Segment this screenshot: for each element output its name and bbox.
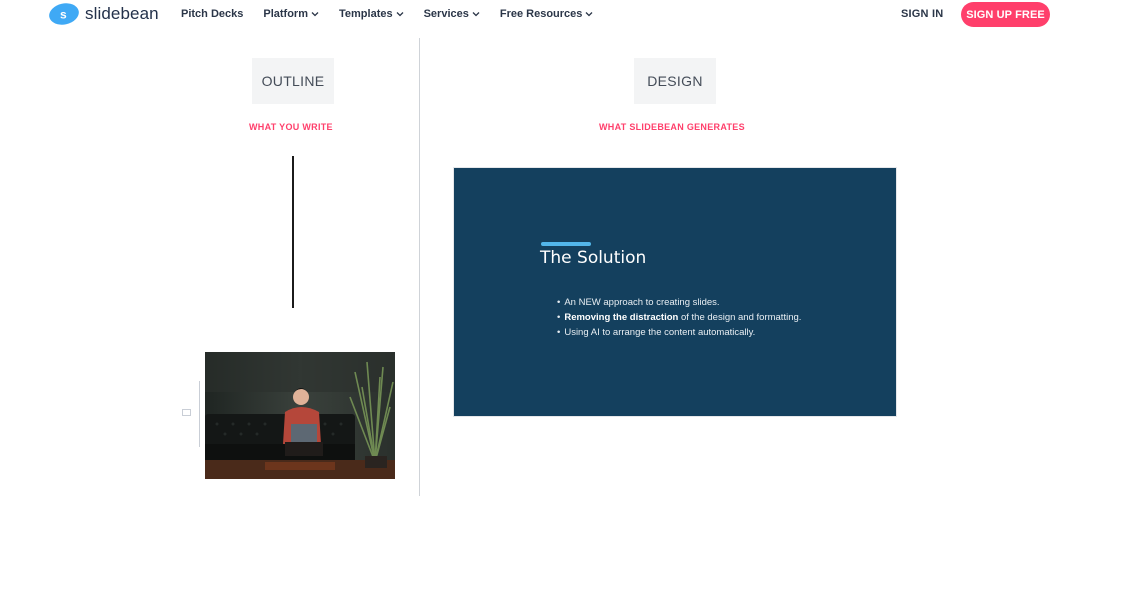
nav-item-services[interactable]: Services xyxy=(424,8,480,20)
nav-item-label: Templates xyxy=(339,8,393,20)
sign-up-button[interactable]: SIGN UP FREE xyxy=(961,2,1050,27)
text-cursor xyxy=(292,156,294,308)
outline-image xyxy=(205,352,395,479)
column-divider xyxy=(419,38,420,496)
slide-bullet-list: An NEW approach to creating slides. Remo… xyxy=(557,295,801,340)
nav-item-templates[interactable]: Templates xyxy=(339,8,404,20)
slide-accent-bar xyxy=(541,242,591,246)
chevron-down-icon xyxy=(311,12,319,17)
design-tag: DESIGN xyxy=(634,58,716,104)
nav-item-label: Free Resources xyxy=(499,8,583,20)
nav-item-pitch-decks[interactable]: Pitch Decks xyxy=(181,8,243,20)
nav-item-label: Platform xyxy=(263,8,308,20)
chevron-down-icon xyxy=(585,12,593,17)
nav-item-platform[interactable]: Platform xyxy=(263,8,319,20)
chevron-down-icon xyxy=(472,12,480,17)
slide-bullet: Removing the distraction of the design a… xyxy=(557,310,801,325)
outline-caption: WHAT YOU WRITE xyxy=(249,122,333,132)
nav-item-label: Services xyxy=(423,8,469,20)
outline-tag: OUTLINE xyxy=(252,58,334,104)
nav-item-free-resources[interactable]: Free Resources xyxy=(500,8,594,20)
slide-title: The Solution xyxy=(540,248,647,268)
image-placeholder-icon xyxy=(182,409,191,416)
logo-text: slidebean xyxy=(85,4,159,23)
logo-link[interactable]: s slidebean xyxy=(49,3,159,25)
image-side-rule xyxy=(199,381,200,447)
generated-slide-preview: The Solution An NEW approach to creating… xyxy=(454,168,896,416)
top-nav: s slidebean Pitch Decks Platform Templat… xyxy=(0,0,1141,30)
slide-bullet: An NEW approach to creating slides. xyxy=(557,295,801,310)
nav-item-label: Pitch Decks xyxy=(181,8,244,20)
nav-menu: Pitch Decks Platform Templates Services … xyxy=(181,8,613,20)
design-caption: WHAT SLIDEBEAN GENERATES xyxy=(599,122,745,132)
slidebean-logo-icon: s xyxy=(49,3,79,25)
sign-in-link[interactable]: SIGN IN xyxy=(901,8,943,20)
svg-text:s: s xyxy=(60,8,67,22)
chevron-down-icon xyxy=(396,12,404,17)
slide-bullet: Using AI to arrange the content automati… xyxy=(557,325,801,340)
